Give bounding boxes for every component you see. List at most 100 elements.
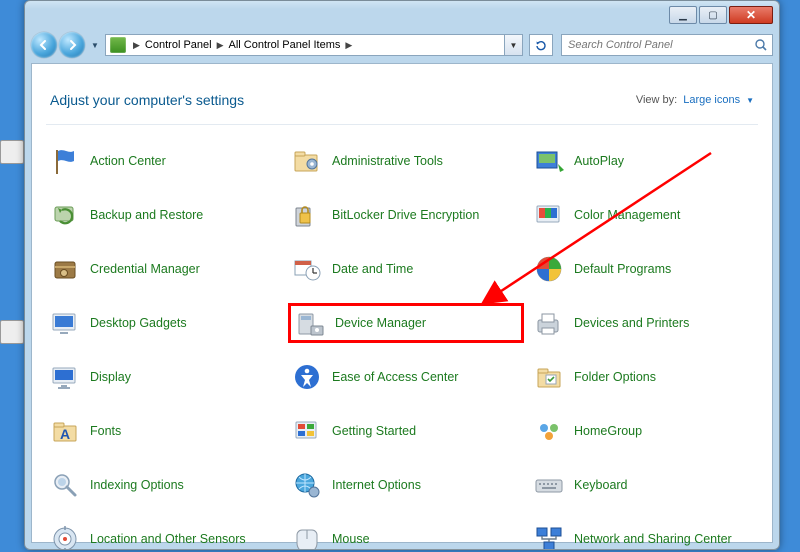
search-input[interactable]: [562, 39, 750, 51]
control-panel-item[interactable]: Mouse: [288, 519, 524, 550]
breadcrumb[interactable]: Control Panel: [143, 39, 214, 51]
item-icon: [290, 468, 324, 502]
item-icon: [290, 414, 324, 448]
chevron-right-icon: ▶: [130, 40, 143, 51]
content-pane: Adjust your computer's settings View by:…: [31, 63, 773, 543]
search-icon[interactable]: [750, 34, 772, 56]
breadcrumb[interactable]: All Control Panel Items: [227, 39, 343, 51]
control-panel-item[interactable]: Folder Options: [530, 357, 766, 397]
nav-arrows: [31, 32, 85, 58]
item-icon: [532, 306, 566, 340]
item-label: BitLocker Drive Encryption: [332, 208, 479, 222]
item-icon: [532, 144, 566, 178]
control-panel-item[interactable]: Default Programs: [530, 249, 766, 289]
control-panel-item[interactable]: A Fonts: [46, 411, 282, 451]
control-panel-item[interactable]: Internet Options: [288, 465, 524, 505]
item-icon: [290, 252, 324, 286]
item-label: Fonts: [90, 424, 121, 438]
address-dropdown[interactable]: ▼: [504, 34, 522, 56]
close-button[interactable]: ✕: [729, 6, 773, 24]
items-grid: Action Center Administrative Tools AutoPla…: [32, 125, 772, 550]
item-label: Device Manager: [335, 316, 426, 330]
view-by-value[interactable]: Large icons: [683, 94, 740, 106]
search-box[interactable]: [561, 34, 773, 56]
control-panel-item[interactable]: Getting Started: [288, 411, 524, 451]
svg-text:A: A: [60, 426, 70, 442]
navigation-bar: ▼ ▶ Control Panel ▶ All Control Panel It…: [25, 29, 779, 61]
chevron-right-icon: ▶: [342, 40, 355, 51]
control-panel-item[interactable]: Action Center: [46, 141, 282, 181]
control-panel-item[interactable]: Network and Sharing Center: [530, 519, 766, 550]
chevron-right-icon: ▶: [214, 40, 227, 51]
control-panel-item[interactable]: Device Manager: [288, 303, 524, 343]
item-label: Location and Other Sensors: [90, 532, 246, 546]
item-icon: [290, 198, 324, 232]
control-panel-item[interactable]: Indexing Options: [46, 465, 282, 505]
item-label: Devices and Printers: [574, 316, 689, 330]
control-panel-item[interactable]: Ease of Access Center: [288, 357, 524, 397]
item-label: Default Programs: [574, 262, 671, 276]
item-label: Date and Time: [332, 262, 413, 276]
control-panel-item[interactable]: Backup and Restore: [46, 195, 282, 235]
minimize-button[interactable]: ▁: [669, 6, 697, 24]
control-panel-window: ▁ ▢ ✕ ▼ ▶ Control Panel ▶ All Control Pa…: [24, 0, 780, 550]
control-panel-item[interactable]: Devices and Printers: [530, 303, 766, 343]
refresh-button[interactable]: [529, 34, 553, 56]
control-panel-item[interactable]: HomeGroup: [530, 411, 766, 451]
back-button[interactable]: [31, 32, 57, 58]
item-label: Folder Options: [574, 370, 656, 384]
titlebar[interactable]: ▁ ▢ ✕: [25, 1, 779, 29]
item-label: HomeGroup: [574, 424, 642, 438]
item-icon: [290, 144, 324, 178]
item-label: Desktop Gadgets: [90, 316, 187, 330]
item-label: AutoPlay: [574, 154, 624, 168]
item-label: Color Management: [574, 208, 680, 222]
control-panel-item[interactable]: Date and Time: [288, 249, 524, 289]
item-icon: [48, 252, 82, 286]
item-icon: A: [48, 414, 82, 448]
item-label: Network and Sharing Center: [574, 532, 732, 546]
item-label: Administrative Tools: [332, 154, 443, 168]
item-icon: [532, 360, 566, 394]
item-icon: [532, 468, 566, 502]
item-icon: [48, 468, 82, 502]
item-icon: [532, 522, 566, 550]
item-label: Display: [90, 370, 131, 384]
item-icon: [290, 522, 324, 550]
item-label: Ease of Access Center: [332, 370, 458, 384]
control-panel-item[interactable]: Administrative Tools: [288, 141, 524, 181]
item-icon: [48, 306, 82, 340]
item-icon: [290, 360, 324, 394]
item-label: Backup and Restore: [90, 208, 203, 222]
page-title: Adjust your computer's settings: [50, 92, 244, 108]
control-panel-item[interactable]: Credential Manager: [46, 249, 282, 289]
item-icon: [48, 198, 82, 232]
item-label: Internet Options: [332, 478, 421, 492]
control-panel-item[interactable]: BitLocker Drive Encryption: [288, 195, 524, 235]
control-panel-icon: [110, 37, 126, 53]
desktop-background: [0, 0, 26, 552]
view-by-selector[interactable]: View by: Large icons ▼: [636, 94, 754, 106]
maximize-button[interactable]: ▢: [699, 6, 727, 24]
forward-button[interactable]: [59, 32, 85, 58]
control-panel-item[interactable]: Color Management: [530, 195, 766, 235]
control-panel-item[interactable]: Location and Other Sensors: [46, 519, 282, 550]
nav-history-dropdown[interactable]: ▼: [89, 32, 101, 58]
chevron-down-icon: ▼: [746, 96, 754, 105]
control-panel-item[interactable]: AutoPlay: [530, 141, 766, 181]
view-by-label: View by:: [636, 94, 677, 106]
control-panel-item[interactable]: Desktop Gadgets: [46, 303, 282, 343]
item-icon: [48, 360, 82, 394]
item-label: Getting Started: [332, 424, 416, 438]
item-icon: [293, 306, 327, 340]
item-icon: [532, 252, 566, 286]
address-bar[interactable]: ▶ Control Panel ▶ All Control Panel Item…: [105, 34, 523, 56]
item-label: Keyboard: [574, 478, 628, 492]
item-icon: [48, 144, 82, 178]
item-label: Action Center: [90, 154, 166, 168]
item-label: Mouse: [332, 532, 370, 546]
control-panel-item[interactable]: Display: [46, 357, 282, 397]
item-label: Credential Manager: [90, 262, 200, 276]
item-icon: [532, 414, 566, 448]
control-panel-item[interactable]: Keyboard: [530, 465, 766, 505]
